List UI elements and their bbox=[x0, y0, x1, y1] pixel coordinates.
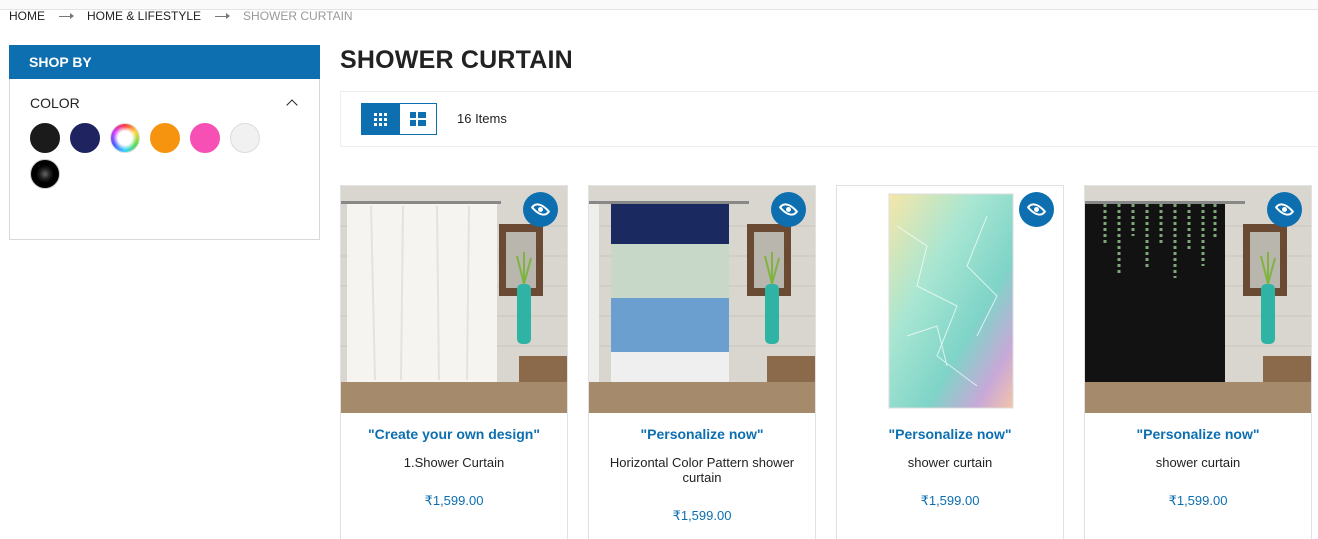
sidebar: SHOP BY COLOR bbox=[9, 45, 320, 240]
quick-view-button[interactable] bbox=[523, 192, 558, 227]
product-grid: "Create your own design" 1.Shower Curtai… bbox=[340, 185, 1318, 539]
breadcrumb-home[interactable]: HOME bbox=[9, 9, 45, 23]
swatch-pink[interactable] bbox=[190, 123, 220, 153]
eye-icon bbox=[530, 199, 551, 220]
list-icon bbox=[410, 112, 426, 126]
product-card[interactable]: "Personalize now" shower curtain ₹1,599.… bbox=[836, 185, 1064, 539]
product-image[interactable] bbox=[1085, 186, 1311, 413]
product-name[interactable]: Horizontal Color Pattern shower curtain bbox=[589, 455, 815, 485]
swatch-orange[interactable] bbox=[150, 123, 180, 153]
page-title: SHOWER CURTAIN bbox=[340, 46, 573, 74]
color-filter-header[interactable]: COLOR bbox=[30, 95, 299, 111]
color-filter-title: COLOR bbox=[30, 95, 80, 111]
product-image[interactable] bbox=[341, 186, 567, 413]
toolbar: 16 Items bbox=[340, 91, 1318, 147]
chevron-up-icon[interactable] bbox=[287, 98, 297, 108]
product-price: ₹1,599.00 bbox=[1168, 493, 1228, 508]
product-card[interactable]: "Personalize now" Horizontal Color Patte… bbox=[588, 185, 816, 539]
color-swatches bbox=[30, 123, 280, 195]
breadcrumb-category[interactable]: HOME & LIFESTYLE bbox=[87, 9, 201, 23]
swatch-black-gradient[interactable] bbox=[30, 159, 60, 189]
swatch-multicolor[interactable] bbox=[110, 123, 140, 153]
shop-by-heading: SHOP BY bbox=[9, 45, 320, 79]
eye-icon bbox=[1026, 199, 1047, 220]
eye-icon bbox=[1274, 199, 1295, 220]
quick-view-button[interactable] bbox=[1267, 192, 1302, 227]
product-name[interactable]: shower curtain bbox=[837, 455, 1063, 470]
product-card[interactable]: "Create your own design" 1.Shower Curtai… bbox=[340, 185, 568, 539]
breadcrumb: HOME HOME & LIFESTYLE SHOWER CURTAIN bbox=[9, 8, 353, 24]
main-content: SHOWER CURTAIN 16 Items "Create your own… bbox=[340, 45, 1318, 539]
product-cta[interactable]: "Personalize now" bbox=[837, 426, 1063, 442]
arrow-right-icon bbox=[215, 12, 231, 19]
quick-view-button[interactable] bbox=[1019, 192, 1054, 227]
product-card[interactable]: "Personalize now" shower curtain ₹1,599.… bbox=[1084, 185, 1312, 539]
product-image[interactable] bbox=[837, 186, 1063, 413]
color-filter: COLOR bbox=[9, 79, 320, 240]
view-mode-toggle bbox=[361, 103, 437, 135]
product-name[interactable]: 1.Shower Curtain bbox=[341, 455, 567, 470]
product-name[interactable]: shower curtain bbox=[1085, 455, 1311, 470]
quick-view-button[interactable] bbox=[771, 192, 806, 227]
breadcrumb-current: SHOWER CURTAIN bbox=[243, 9, 353, 23]
product-cta[interactable]: "Create your own design" bbox=[341, 426, 567, 442]
product-price: ₹1,599.00 bbox=[920, 493, 980, 508]
product-price: ₹1,599.00 bbox=[424, 493, 484, 508]
product-image[interactable] bbox=[589, 186, 815, 413]
product-cta[interactable]: "Personalize now" bbox=[589, 426, 815, 442]
arrow-right-icon bbox=[59, 12, 74, 19]
product-price: ₹1,599.00 bbox=[672, 508, 732, 523]
swatch-white[interactable] bbox=[230, 123, 260, 153]
eye-icon bbox=[778, 199, 799, 220]
swatch-black[interactable] bbox=[30, 123, 60, 153]
product-cta[interactable]: "Personalize now" bbox=[1085, 426, 1311, 442]
grid-icon bbox=[373, 112, 387, 126]
grid-view-button[interactable] bbox=[361, 103, 399, 135]
item-count: 16 Items bbox=[457, 111, 507, 126]
swatch-navy[interactable] bbox=[70, 123, 100, 153]
list-view-button[interactable] bbox=[399, 103, 437, 135]
